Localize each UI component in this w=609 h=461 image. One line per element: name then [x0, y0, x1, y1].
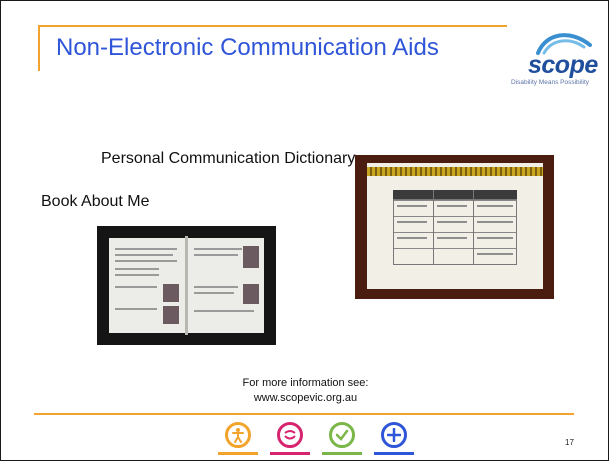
checkmark-icon-caption — [322, 452, 362, 455]
book-about-me-label: Book About Me — [41, 193, 150, 210]
book-photo — [163, 284, 179, 302]
personal-dictionary-photo — [355, 155, 554, 299]
more-info-text: For more information see: — [242, 377, 369, 389]
book-text-line — [194, 292, 234, 294]
personal-dictionary-label: Personal Communication Dictionary — [101, 150, 356, 167]
book-text-line — [194, 286, 238, 288]
logo-tagline: Disability Means Possibility — [511, 79, 590, 86]
book-text-line — [194, 254, 238, 256]
book-text-line — [115, 308, 157, 310]
accessibility-icon-caption — [218, 452, 258, 455]
logo-wordmark: scope — [528, 51, 598, 79]
title-frame: Non-Electronic Communication Aids — [38, 25, 507, 71]
book-photo — [243, 284, 259, 304]
dictionary-text-line — [437, 205, 467, 207]
smile-icon-caption — [270, 452, 310, 455]
book-text-line — [115, 260, 177, 262]
dictionary-text-line — [477, 221, 513, 223]
dictionary-text-line — [477, 205, 513, 207]
book-text-line — [194, 248, 242, 250]
dictionary-text-line — [397, 221, 427, 223]
dictionary-table-header — [393, 190, 517, 199]
title-border-top — [38, 25, 507, 27]
book-spine — [185, 236, 188, 335]
dictionary-text-line — [477, 253, 513, 255]
plus-icon — [381, 422, 407, 448]
plus-icon-caption — [374, 452, 414, 455]
dictionary-text-line — [477, 237, 513, 239]
book-text-line — [194, 310, 254, 312]
scope-logo: scope Disability Means Possibility — [508, 23, 600, 95]
page-number: 17 — [565, 438, 574, 447]
page-title: Non-Electronic Communication Aids — [56, 34, 439, 61]
dictionary-column-divider — [433, 190, 434, 265]
more-info-url[interactable]: www.scopevic.org.au — [1, 392, 608, 404]
book-text-line — [115, 286, 157, 288]
footer-icon-row — [218, 422, 414, 460]
dictionary-binding — [367, 167, 543, 176]
book-text-line — [115, 248, 177, 250]
dictionary-table — [393, 199, 517, 265]
book-about-me-photo — [97, 226, 276, 345]
smile-icon — [277, 422, 303, 448]
book-photo — [243, 246, 259, 268]
slide: Non-Electronic Communication Aids scope … — [0, 0, 609, 461]
dictionary-text-line — [397, 237, 427, 239]
book-text-line — [115, 274, 159, 276]
book-text-line — [115, 254, 173, 256]
book-photo — [163, 306, 179, 324]
checkmark-icon — [329, 422, 355, 448]
footer-divider — [34, 413, 574, 415]
accessibility-icon — [225, 422, 251, 448]
dictionary-text-line — [437, 221, 467, 223]
dictionary-text-line — [397, 205, 427, 207]
dictionary-text-line — [437, 237, 467, 239]
title-border-left — [38, 25, 40, 71]
dictionary-column-divider — [473, 190, 474, 265]
book-text-line — [115, 268, 159, 270]
